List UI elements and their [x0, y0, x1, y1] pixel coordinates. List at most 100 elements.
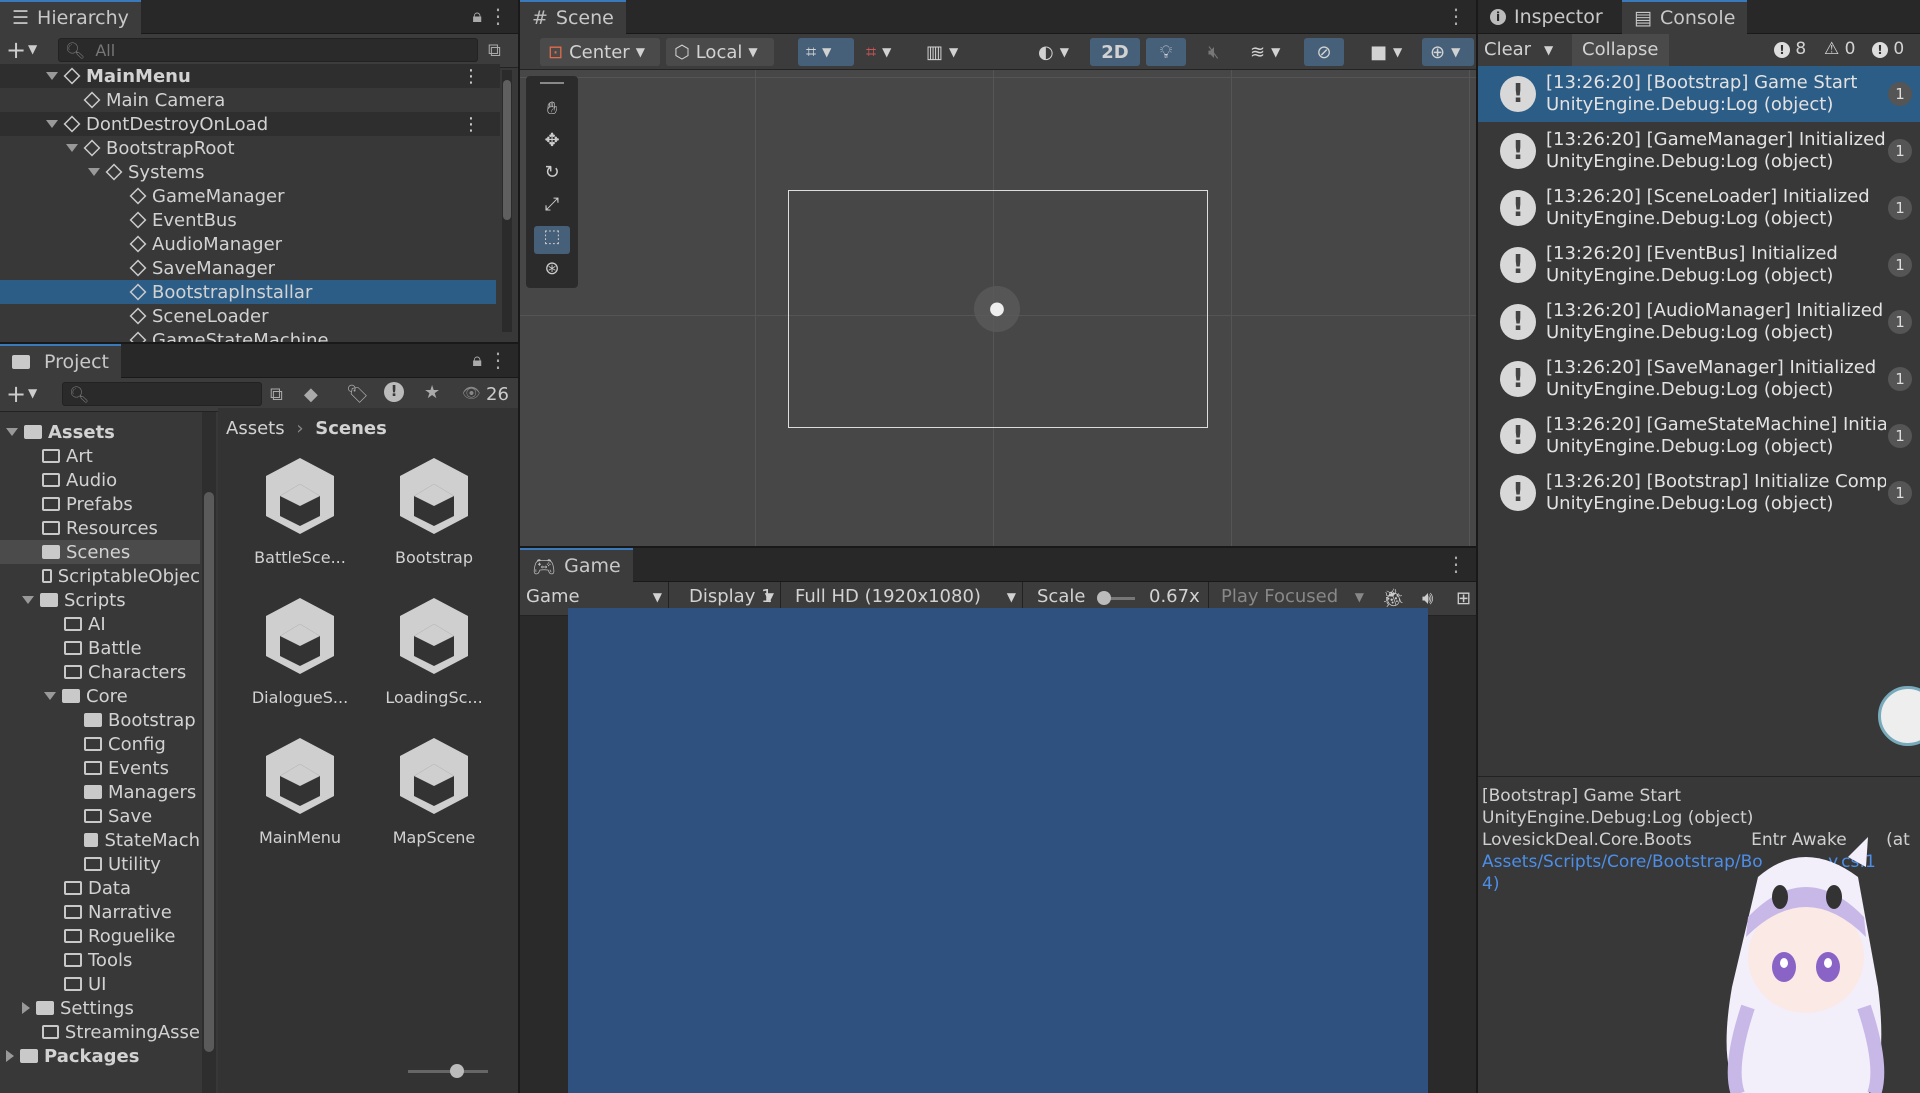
- project-item-managers[interactable]: Managers: [0, 780, 200, 804]
- log-entry[interactable]: ! [13:26:20] [SceneLoader] Initialized Uni…: [1478, 180, 1920, 236]
- project-item-scripts[interactable]: Scripts: [0, 588, 200, 612]
- collapse-button[interactable]: Collapse: [1572, 34, 1669, 68]
- info-toggle[interactable]: ! 8: [1774, 39, 1806, 59]
- project-tree-scrollbar[interactable]: [202, 412, 216, 1093]
- move-tool[interactable]: ✥: [534, 130, 570, 158]
- tab-inspector[interactable]: i Inspector: [1478, 0, 1615, 34]
- chevron-down-icon[interactable]: ▼: [28, 386, 37, 400]
- more-icon[interactable]: ⋮: [1446, 4, 1466, 28]
- visibility-toggle[interactable]: ⊘: [1304, 38, 1344, 66]
- bug-icon[interactable]: 🐞︎: [1382, 588, 1405, 609]
- log-entry[interactable]: ! [13:26:20] [Bootstrap] Game Start UnityE…: [1478, 66, 1920, 122]
- more-icon[interactable]: ⋮: [1446, 552, 1466, 576]
- project-item-scenes[interactable]: Scenes: [0, 540, 200, 564]
- tab-game[interactable]: 🎮︎ Game: [520, 548, 633, 582]
- rect-tool[interactable]: ⬚: [534, 226, 570, 254]
- view-dropdown[interactable]: Game ▼: [526, 586, 666, 607]
- hierarchy-item-mainmenu[interactable]: MainMenu ⋮: [0, 64, 500, 88]
- collapse-arrow-icon[interactable]: [22, 1002, 30, 1014]
- increment-snap-button[interactable]: ⌗ ▼: [858, 38, 914, 66]
- hierarchy-item-bootstraproot[interactable]: BootstrapRoot: [0, 136, 500, 160]
- project-item-scriptableobjects[interactable]: ScriptableObjec: [0, 564, 200, 588]
- expand-arrow-icon[interactable]: [88, 168, 100, 176]
- scene-asset-dialoguescene[interactable]: DialogueS...: [240, 594, 360, 707]
- project-item-utility[interactable]: Utility: [0, 852, 200, 876]
- expand-arrow-icon[interactable]: [44, 692, 56, 700]
- lighting-toggle[interactable]: 💡︎: [1146, 38, 1186, 66]
- project-item-ai[interactable]: AI: [0, 612, 200, 636]
- hierarchy-item-gamestatemachine[interactable]: GameStateMachine: [0, 328, 500, 342]
- camera-gizmo-icon[interactable]: ●: [974, 286, 1020, 332]
- hierarchy-item-dontdestroyonload[interactable]: DontDestroyOnLoad ⋮: [0, 112, 500, 136]
- project-item-bootstrap[interactable]: Bootstrap: [0, 708, 200, 732]
- expand-arrow-icon[interactable]: [46, 120, 58, 128]
- search-window-icon[interactable]: ⧉: [270, 384, 283, 405]
- scale-tool[interactable]: ⤢: [534, 194, 570, 222]
- hand-tool[interactable]: ✋︎: [534, 98, 570, 126]
- expand-arrow-icon[interactable]: [6, 428, 18, 436]
- project-item-events[interactable]: Events: [0, 756, 200, 780]
- tab-console[interactable]: ▤ Console: [1622, 0, 1748, 34]
- add-icon[interactable]: +: [6, 36, 26, 64]
- hierarchy-item-audiomanager[interactable]: AudioManager: [0, 232, 500, 256]
- project-item-assets[interactable]: Assets: [0, 420, 200, 444]
- more-icon[interactable]: ⋮: [488, 4, 508, 28]
- lock-icon[interactable]: 🔒︎: [472, 350, 482, 371]
- rotate-tool[interactable]: ↻: [534, 162, 570, 190]
- expand-arrow-icon[interactable]: [46, 72, 58, 80]
- project-item-statemachine[interactable]: StateMach: [0, 828, 200, 852]
- project-item-save[interactable]: Save: [0, 804, 200, 828]
- filter-label-icon[interactable]: 🏷︎: [346, 384, 369, 405]
- error-toggle[interactable]: ! 0: [1872, 39, 1904, 59]
- log-entry[interactable]: ! [13:26:20] [EventBus] Initialized UnityE…: [1478, 237, 1920, 293]
- more-icon[interactable]: ⋮: [462, 114, 480, 135]
- ruler-button[interactable]: ▥ ▼: [918, 38, 974, 66]
- icon-size-slider[interactable]: [408, 1064, 488, 1078]
- project-item-config[interactable]: Config: [0, 732, 200, 756]
- slider-thumb[interactable]: [450, 1064, 464, 1078]
- pivot-dropdown[interactable]: ⊡ Center ▼: [540, 38, 660, 66]
- drag-handle[interactable]: [540, 82, 564, 84]
- project-item-data[interactable]: Data: [0, 876, 200, 900]
- clear-button[interactable]: Clear: [1484, 39, 1531, 60]
- warning-toggle[interactable]: ⚠ 0: [1824, 39, 1855, 59]
- filter-log-icon[interactable]: !: [384, 382, 404, 402]
- expand-arrow-icon[interactable]: [66, 144, 78, 152]
- breadcrumb-scenes[interactable]: Scenes: [315, 418, 387, 439]
- project-item-prefabs[interactable]: Prefabs: [0, 492, 200, 516]
- project-item-art[interactable]: Art: [0, 444, 200, 468]
- hierarchy-item-main-camera[interactable]: Main Camera: [0, 88, 500, 112]
- project-item-core[interactable]: Core: [0, 684, 200, 708]
- scene-link-icon[interactable]: ⧉: [488, 40, 501, 61]
- stats-icon[interactable]: ⊞: [1456, 588, 1471, 609]
- transform-tool[interactable]: ⊛: [534, 258, 570, 286]
- scene-asset-battlescene[interactable]: BattleSce...: [240, 454, 360, 567]
- log-entry[interactable]: ! [13:26:20] [SaveManager] Initialized Uni…: [1478, 351, 1920, 407]
- hierarchy-item-bootstrapinstallar[interactable]: BootstrapInstallar: [0, 280, 496, 304]
- log-entry[interactable]: ![13:26:20] [GameStateMachine] Initializ…: [1478, 408, 1920, 464]
- project-search-input[interactable]: 🔍︎: [62, 382, 262, 406]
- game-view[interactable]: [568, 608, 1428, 1093]
- scene-viewport[interactable]: ✋︎ ✥ ↻ ⤢ ⬚ ⊛ ●: [520, 70, 1476, 546]
- filter-type-icon[interactable]: ◆: [304, 384, 318, 405]
- add-icon[interactable]: +: [6, 380, 26, 408]
- tab-hierarchy[interactable]: ☰ Hierarchy: [0, 0, 141, 34]
- audio-toggle[interactable]: 🔇︎: [1200, 38, 1236, 66]
- hierarchy-item-eventbus[interactable]: EventBus: [0, 208, 500, 232]
- project-item-narrative[interactable]: Narrative: [0, 900, 200, 924]
- hierarchy-item-sceneloader[interactable]: SceneLoader: [0, 304, 500, 328]
- project-item-streamingassets[interactable]: StreamingAsse: [0, 1020, 200, 1044]
- scene-asset-mapscene[interactable]: MapScene: [374, 734, 494, 847]
- project-item-roguelike[interactable]: Roguelike: [0, 924, 200, 948]
- expand-arrow-icon[interactable]: [22, 596, 34, 604]
- grid-snap-button[interactable]: ⌗ ▼: [798, 38, 854, 66]
- breadcrumb-assets[interactable]: Assets: [226, 418, 285, 439]
- source-link-end[interactable]: 4): [1482, 874, 1499, 894]
- project-item-resources[interactable]: Resources: [0, 516, 200, 540]
- project-item-tools[interactable]: Tools: [0, 948, 200, 972]
- more-icon[interactable]: ⋮: [462, 66, 480, 87]
- hierarchy-item-savemanager[interactable]: SaveManager: [0, 256, 500, 280]
- space-dropdown[interactable]: ⬡ Local ▼: [666, 38, 774, 66]
- hierarchy-search-input[interactable]: 🔍︎ All: [58, 38, 478, 62]
- chevron-down-icon[interactable]: ▼: [28, 42, 37, 56]
